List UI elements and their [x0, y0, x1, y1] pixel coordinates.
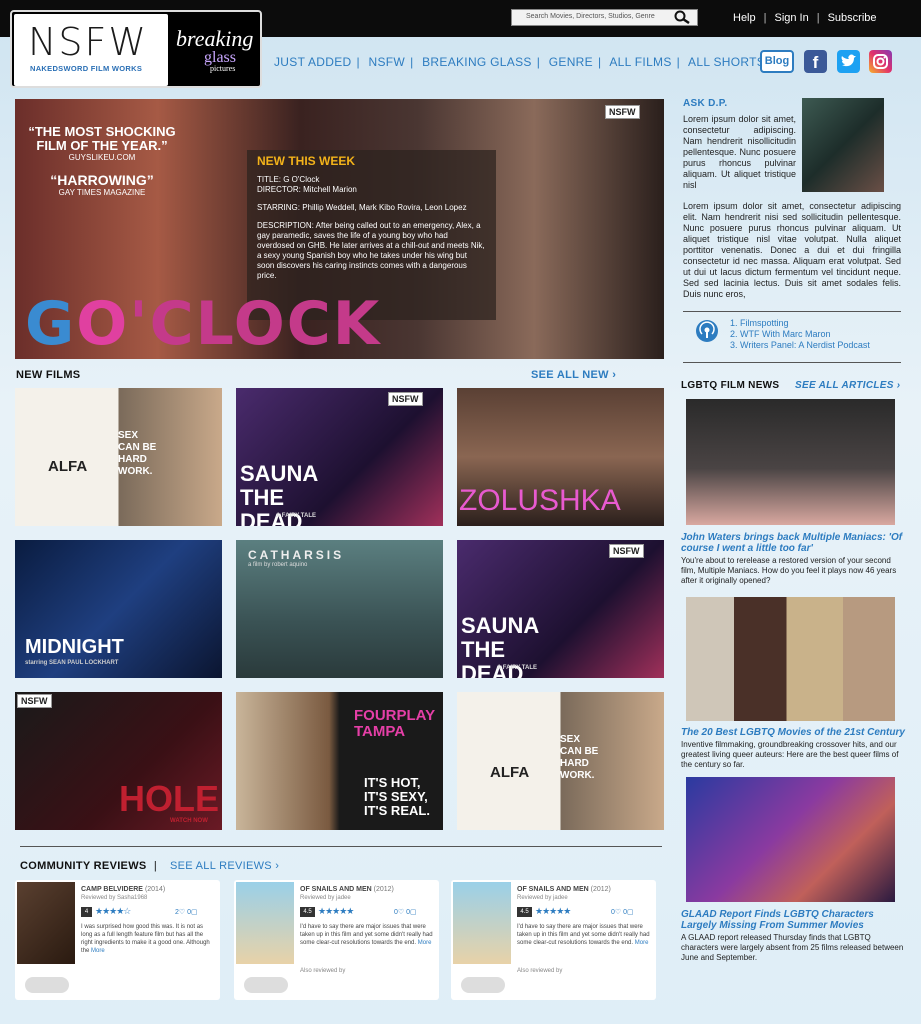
site-logo[interactable]: NSFW NAKEDSWORD FILM WORKS breaking glas…	[10, 10, 262, 88]
review-card[interactable]: OF SNAILS AND MEN (2012) Reviewed by jad…	[451, 880, 656, 1000]
nav-just-added[interactable]: JUST ADDED	[274, 55, 351, 69]
nsfw-badge: NSFW	[605, 105, 640, 119]
comment-toggle[interactable]	[461, 977, 505, 993]
instagram-icon[interactable]	[869, 50, 892, 73]
search-icon[interactable]	[674, 10, 690, 24]
ask-dp-text: Lorem ipsum dolor sit amet, consectetur …	[683, 114, 796, 190]
breaking-glass-logo: breaking glass pictures	[176, 26, 254, 73]
comment-toggle[interactable]	[244, 977, 288, 993]
film-starring: STARRING: Phillip Weddell, Mark Kibo Rov…	[257, 203, 467, 212]
subscribe-link[interactable]: Subscribe	[828, 12, 877, 24]
film-tile[interactable]: ALFA SEX CAN BE HARD WORK.	[457, 692, 664, 830]
facebook-icon[interactable]: f	[804, 50, 827, 73]
review-cover	[453, 882, 511, 964]
hero-quote-2: “HARROWING”	[50, 172, 154, 188]
hero-film-logo: GO'CLOCK	[25, 289, 382, 359]
divider	[20, 846, 662, 847]
film-tile[interactable]: NSFW SAUNA THE DEAD A FAIRY TALE	[236, 388, 443, 526]
review-cover	[236, 882, 294, 964]
film-description: DESCRIPTION: After being called out to a…	[257, 221, 485, 280]
see-all-new-link[interactable]: SEE ALL NEW ›	[531, 369, 616, 381]
hero-quote-1-source: GUYSLIKEU.COM	[68, 153, 136, 162]
hero-quote-2-source: GAY TIMES MAGAZINE	[58, 188, 146, 197]
podcast-item[interactable]: 2. WTF With Marc Maron	[730, 329, 870, 340]
like-count[interactable]: 0♡ 0▢	[611, 908, 634, 916]
news-title[interactable]: John Waters brings back Multiple Maniacs…	[681, 532, 906, 554]
lgbtq-news-heading: LGBTQ FILM NEWS	[681, 380, 780, 391]
blog-icon[interactable]: Blog	[760, 50, 794, 73]
new-films-heading: NEW FILMS	[16, 369, 81, 381]
help-link[interactable]: Help	[733, 12, 756, 24]
like-count[interactable]: 0♡ 0▢	[394, 908, 417, 916]
news-title[interactable]: GLAAD Report Finds LGBTQ Characters Larg…	[681, 909, 906, 931]
film-tile[interactable]: ZOLUSHKA	[457, 388, 664, 526]
nav-all-films[interactable]: ALL FILMS	[609, 55, 671, 69]
news-description: A GLAAD report released Thursday finds t…	[681, 933, 904, 962]
podcast-list: 1. Filmspotting 2. WTF With Marc Maron 3…	[730, 318, 870, 351]
more-link[interactable]: More	[418, 940, 432, 946]
more-link[interactable]: More	[635, 940, 649, 946]
news-image[interactable]	[686, 399, 895, 525]
top-links: Help | Sign In | Subscribe	[733, 12, 877, 24]
nav-nsfw[interactable]: NSFW	[369, 55, 406, 69]
divider	[683, 311, 901, 312]
twitter-icon[interactable]	[837, 50, 860, 73]
review-card[interactable]: CAMP BELVIDERE (2014) Reviewed by Sasha1…	[15, 880, 220, 1000]
main-nav: JUST ADDED | NSFW | BREAKING GLASS | GENRE |…	[274, 55, 766, 69]
rating-stars: ★★★★★	[318, 906, 354, 916]
dp-photo	[802, 98, 884, 192]
sign-in-link[interactable]: Sign In	[774, 12, 808, 24]
nav-breaking-glass[interactable]: BREAKING GLASS	[422, 55, 532, 69]
new-this-week-heading: NEW THIS WEEK	[257, 154, 355, 168]
news-description: You're about to rerelease a restored ver…	[681, 556, 897, 585]
comment-toggle[interactable]	[25, 977, 69, 993]
see-all-articles-link[interactable]: SEE ALL ARTICLES ›	[795, 380, 900, 391]
podcast-item[interactable]: 1. Filmspotting	[730, 318, 870, 329]
ask-dp-text-continued: Lorem ipsum dolor sit amet, consectetur …	[683, 201, 901, 299]
news-image[interactable]	[686, 777, 895, 902]
film-tile[interactable]: FOURPLAY TAMPA IT'S HOT, IT'S SEXY, IT'S…	[236, 692, 443, 830]
film-tile[interactable]: CATHARSIS a film by robert aquino	[236, 540, 443, 678]
see-all-reviews-link[interactable]: SEE ALL REVIEWS ›	[170, 860, 279, 872]
review-card[interactable]: OF SNAILS AND MEN (2012) Reviewed by jad…	[234, 880, 439, 1000]
podcast-item[interactable]: 3. Writers Panel: A Nerdist Podcast	[730, 340, 870, 351]
hero-banner[interactable]: “THE MOST SHOCKING FILM OF THE YEAR.” GU…	[15, 99, 664, 359]
podcast-icon	[696, 320, 718, 342]
film-tile[interactable]: NSFW SAUNA THE DEAD A FAIRY TALE	[457, 540, 664, 678]
review-cover	[17, 882, 75, 964]
news-description: Inventive filmmaking, groundbreaking cro…	[681, 740, 899, 769]
search-input[interactable]: Search Movies, Directors, Studios, Genre	[511, 9, 698, 26]
nav-all-shorts[interactable]: ALL SHORTS	[688, 55, 765, 69]
news-title[interactable]: The 20 Best LGBTQ Movies of the 21st Cen…	[681, 727, 906, 738]
film-tile[interactable]: MIDNIGHT starring SEAN PAUL LOCKHART	[15, 540, 222, 678]
ask-dp-heading: ASK D.P.	[683, 98, 728, 109]
like-count[interactable]: 2♡ 0▢	[175, 908, 198, 916]
film-title: TITLE: G O'Clock	[257, 175, 320, 184]
film-tile[interactable]: ALFA SEX CAN BE HARD WORK.	[15, 388, 222, 526]
rating-stars: ★★★★☆	[95, 906, 131, 916]
film-director: DIRECTOR: Mitchell Marion	[257, 185, 357, 194]
divider	[683, 362, 901, 363]
film-tile[interactable]: NSFW HOLE WATCH NOW	[15, 692, 222, 830]
community-reviews-heading: COMMUNITY REVIEWS |	[20, 860, 158, 872]
rating-stars: ★★★★★	[535, 906, 571, 916]
nav-genre[interactable]: GENRE	[549, 55, 593, 69]
news-image[interactable]	[686, 597, 895, 721]
nsfw-logo: NSFW NAKEDSWORD FILM WORKS	[14, 14, 168, 86]
more-link[interactable]: More	[91, 948, 105, 954]
hero-quote-1: “THE MOST SHOCKING FILM OF THE YEAR.”	[28, 124, 176, 153]
